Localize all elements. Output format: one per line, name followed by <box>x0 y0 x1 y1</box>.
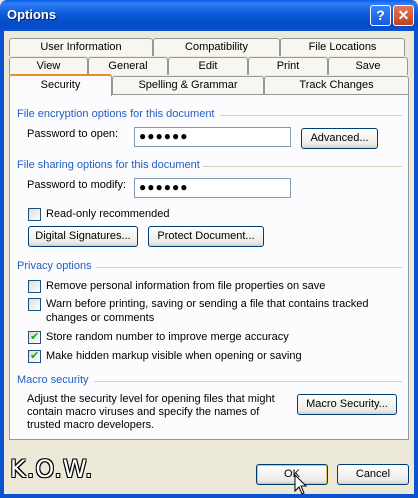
read-only-recommended-checkbox[interactable] <box>28 208 41 221</box>
title-bar: Options ? ✕ <box>0 0 418 31</box>
macro-description-line2: contain macro viruses and specify the na… <box>27 406 260 418</box>
read-only-recommended-label: Read-only recommended <box>46 208 170 220</box>
password-to-open-input[interactable]: ●●●●●● <box>134 127 291 147</box>
divider <box>94 381 402 382</box>
remove-personal-info-label: Remove personal information from file pr… <box>46 280 326 292</box>
security-tab-panel: File encryption options for this documen… <box>9 94 409 440</box>
password-to-open-label: Password to open: <box>27 128 119 140</box>
close-button[interactable]: ✕ <box>393 5 414 26</box>
make-hidden-markup-visible-checkbox[interactable] <box>28 349 41 363</box>
macro-description-line1: Adjust the security level for opening fi… <box>27 393 275 405</box>
store-random-number-label: Store random number to improve merge acc… <box>46 331 289 343</box>
tab-print[interactable]: Print <box>248 57 328 75</box>
remove-personal-info-checkbox[interactable] <box>28 280 41 293</box>
password-to-modify-input[interactable]: ●●●●●● <box>134 178 291 198</box>
sharing-section-label: File sharing options for this document <box>17 159 200 171</box>
privacy-section-label: Privacy options <box>17 260 92 272</box>
protect-document-button[interactable]: Protect Document... <box>148 226 264 247</box>
window-title: Options <box>7 7 57 22</box>
warn-tracked-changes-label-line2: changes or comments <box>46 312 155 324</box>
tab-edit[interactable]: Edit <box>168 57 248 75</box>
tab-spelling-grammar[interactable]: Spelling & Grammar <box>112 76 264 94</box>
macro-description-line3: trusted macro developers. <box>27 419 155 431</box>
tab-user-information[interactable]: User Information <box>9 38 153 56</box>
help-button[interactable]: ? <box>370 5 391 26</box>
tab-track-changes[interactable]: Track Changes <box>264 76 409 94</box>
tab-file-locations[interactable]: File Locations <box>280 38 405 56</box>
mouse-pointer-icon <box>294 474 308 495</box>
divider <box>96 267 402 268</box>
divider <box>203 166 402 167</box>
make-hidden-markup-visible-label: Make hidden markup visible when opening … <box>46 350 302 362</box>
tab-security[interactable]: Security <box>9 74 112 96</box>
cancel-button[interactable]: Cancel <box>337 464 409 485</box>
macro-section-label: Macro security <box>17 374 89 386</box>
warn-tracked-changes-label-line1: Warn before printing, saving or sending … <box>46 298 369 310</box>
tab-general[interactable]: General <box>88 57 168 75</box>
warn-tracked-changes-checkbox[interactable] <box>28 298 41 311</box>
watermark-text: K.O.W. <box>10 455 94 483</box>
macro-security-button[interactable]: Macro Security... <box>297 394 397 415</box>
tab-save[interactable]: Save <box>328 57 408 75</box>
advanced-button[interactable]: Advanced... <box>301 128 378 149</box>
encryption-section-label: File encryption options for this documen… <box>17 108 215 120</box>
divider <box>220 115 402 116</box>
tab-compatibility[interactable]: Compatibility <box>153 38 280 56</box>
digital-signatures-button[interactable]: Digital Signatures... <box>28 226 138 247</box>
store-random-number-checkbox[interactable] <box>28 330 41 344</box>
ok-button[interactable]: OK <box>256 464 328 485</box>
tab-view[interactable]: View <box>9 57 88 75</box>
password-to-modify-label: Password to modify: <box>27 179 127 191</box>
